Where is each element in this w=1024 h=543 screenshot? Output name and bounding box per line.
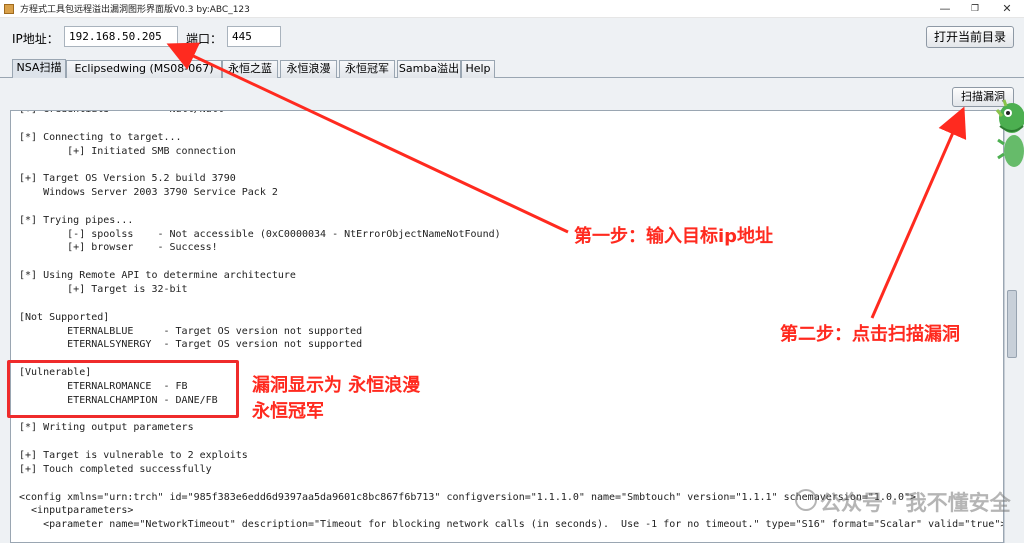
step2-annotation: 第二步：点击扫描漏洞 <box>780 324 960 345</box>
vulnerability-annotation-line2: 永恒冠军 <box>252 401 324 422</box>
title-bar: 方程式工具包远程溢出漏洞图形界面版V0.3 by:ABC_123 — ❐ ✕ <box>0 0 1024 18</box>
scroll-thumb[interactable] <box>1007 290 1017 358</box>
maximize-button[interactable]: ❐ <box>960 0 990 18</box>
tab-eternalchampion[interactable]: 永恒冠军 <box>339 60 395 78</box>
ip-label: IP地址： <box>12 32 59 46</box>
tab-samba-overflow[interactable]: Samba溢出 <box>397 60 461 78</box>
port-label: 端口： <box>186 32 223 46</box>
tab-bar: NSA扫描 Eclipsedwing (MS08-067) 永恒之蓝 永恒浪漫 … <box>0 56 1024 78</box>
close-button[interactable]: ✕ <box>992 0 1022 18</box>
target-toolbar: IP地址： 192.168.50.205 端口： 445 打开当前目录 <box>0 18 1024 56</box>
watermark-text: 公众号 · 我不懂安全 <box>820 491 1011 515</box>
vulnerability-annotation: 漏洞显示为 永恒浪漫 永恒冠军 <box>252 373 420 425</box>
dinosaur-mascot-icon <box>995 99 1024 167</box>
minimize-button[interactable]: — <box>930 0 960 18</box>
app-icon <box>4 4 14 14</box>
port-input[interactable]: 445 <box>227 26 281 47</box>
open-directory-button[interactable]: 打开当前目录 <box>926 26 1014 48</box>
ip-address-input[interactable]: 192.168.50.205 <box>64 26 178 47</box>
tab-help[interactable]: Help <box>461 60 495 78</box>
wechat-icon <box>795 489 817 511</box>
tab-eclipsedwing[interactable]: Eclipsedwing (MS08-067) <box>66 60 222 78</box>
tab-nsa-scan[interactable]: NSA扫描 <box>12 59 66 78</box>
tab-eternalromance[interactable]: 永恒浪漫 <box>280 60 337 78</box>
tab-eternalblue[interactable]: 永恒之蓝 <box>222 60 278 78</box>
window-title: 方程式工具包远程溢出漏洞图形界面版V0.3 by:ABC_123 <box>20 5 250 15</box>
vulnerable-highlight-box <box>7 360 239 418</box>
step1-annotation: 第一步：输入目标ip地址 <box>574 226 774 247</box>
vulnerability-annotation-line1: 漏洞显示为 永恒浪漫 <box>252 375 421 396</box>
